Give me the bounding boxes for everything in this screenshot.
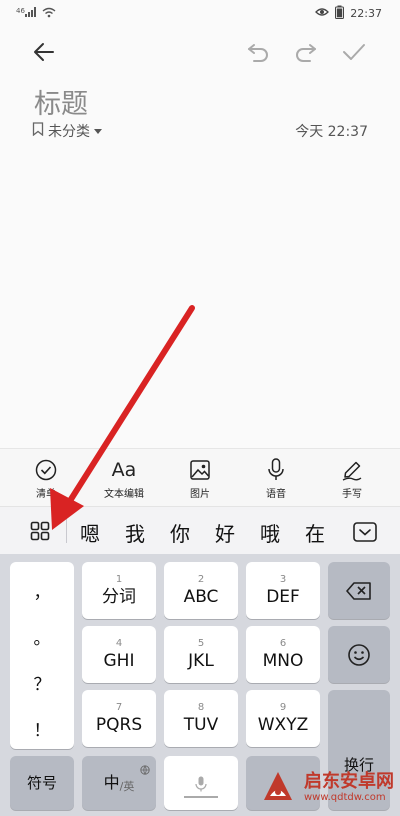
annotation-arrow <box>50 305 195 530</box>
watermark-url: www.qdtdw.com <box>304 792 386 803</box>
arrow-head <box>50 488 84 530</box>
logo-icon <box>258 766 298 810</box>
site-watermark: 启东安卓网 www.qdtdw.com <box>258 760 400 816</box>
watermark-title: 启东安卓网 <box>304 771 394 792</box>
arrow-shaft <box>65 305 195 507</box>
